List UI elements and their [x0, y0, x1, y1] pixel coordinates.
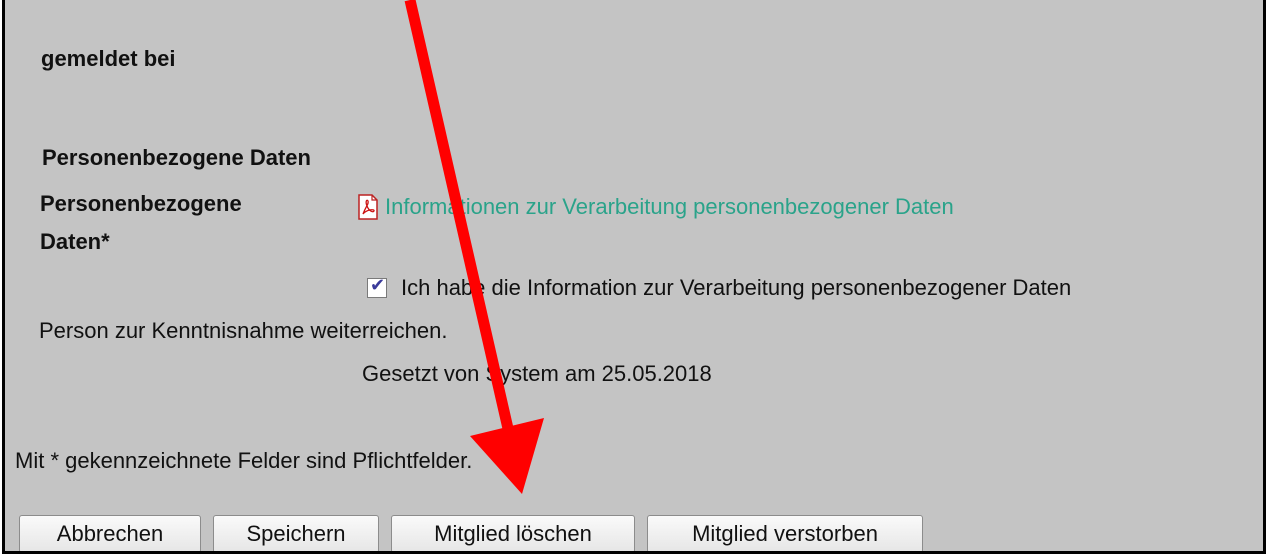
set-by-info: Gesetzt von System am 25.05.2018	[362, 361, 712, 386]
consent-checkbox[interactable]: ✔	[367, 275, 387, 298]
reported-at-label: gemeldet bei	[41, 46, 176, 71]
required-fields-note: Mit * gekennzeichnete Felder sind Pflich…	[15, 448, 473, 473]
section-title: Personenbezogene Daten	[42, 145, 311, 170]
check-icon: ✔	[370, 275, 386, 296]
save-button[interactable]: Speichern	[213, 515, 379, 551]
pdf-link-text[interactable]: Informationen zur Verarbeitung personenb…	[385, 194, 954, 220]
consent-text-continued: Person zur Kenntnisnahme weiterreichen.	[39, 318, 448, 343]
consent-row: ✔ Ich habe die Information zur Verarbeit…	[367, 275, 1071, 301]
field-label: Personenbezogene	[40, 191, 242, 216]
consent-text: Ich habe die Information zur Verarbeitun…	[401, 275, 1072, 300]
field-label-required: Daten*	[40, 229, 110, 254]
member-deceased-button[interactable]: Mitglied verstorben	[647, 515, 923, 551]
delete-member-button[interactable]: Mitglied löschen	[391, 515, 635, 551]
form-panel: gemeldet bei Personenbezogene Daten Pers…	[2, 0, 1266, 554]
pdf-link[interactable]: Informationen zur Verarbeitung personenb…	[357, 194, 954, 220]
cancel-button[interactable]: Abbrechen	[19, 515, 201, 551]
pdf-icon	[357, 194, 379, 220]
button-row: Abbrechen Speichern Mitglied löschen Mit…	[19, 515, 923, 551]
